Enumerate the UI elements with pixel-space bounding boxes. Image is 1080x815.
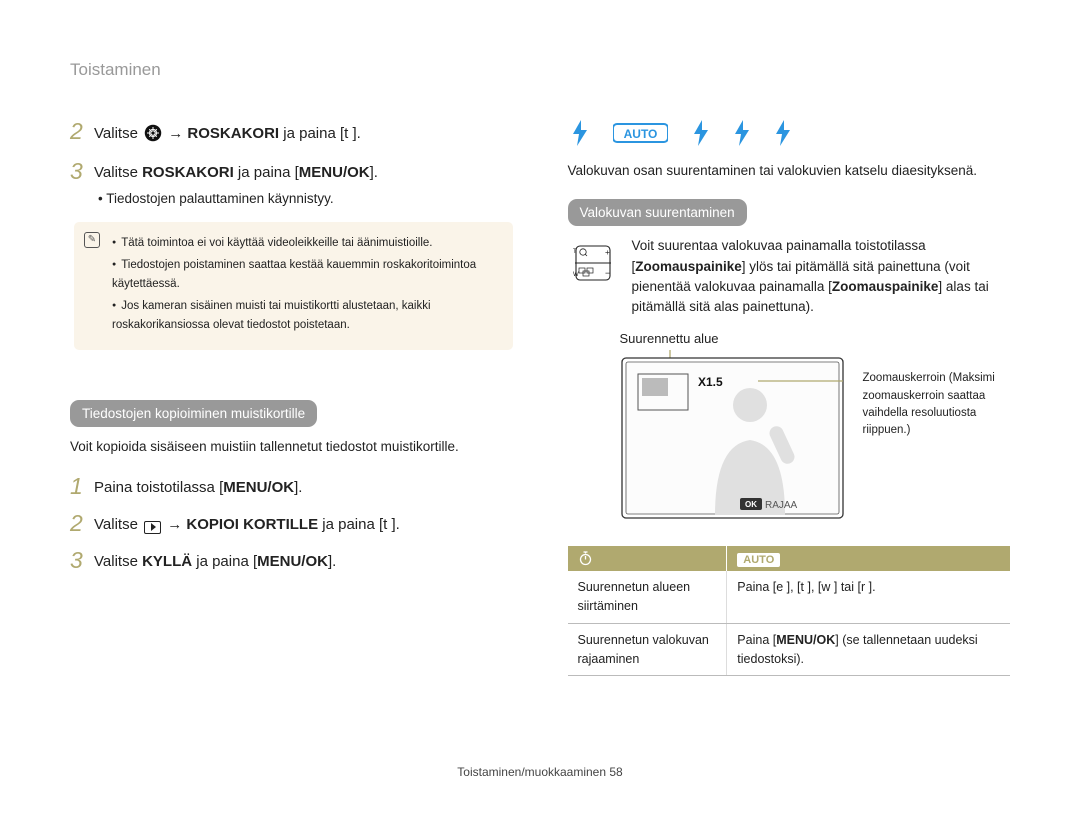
step-number: 3 [70, 160, 84, 183]
left-column: 2 Valitse → ROSKAKORI ja paina [t ]. 3 V… [70, 120, 513, 676]
lcd-row: X1.5 OK RAJAA Zoomauskerroin (Maksimi zo… [568, 350, 1011, 520]
gear-icon [144, 124, 162, 146]
arrow-icon: → [168, 125, 187, 142]
table-row: Suurennetun valokuvan rajaaminen Paina [… [568, 623, 1011, 676]
zoom-factor-note: Zoomauskerroin (Maksimi zoomauskerroin s… [863, 350, 1011, 439]
crop-label: RAJAA [765, 500, 798, 511]
step-number: 2 [70, 120, 84, 143]
th-timer [568, 546, 727, 571]
zoom-factor-label: X1.5 [698, 375, 723, 389]
step-3: 3 Valitse ROSKAKORI ja paina [MENU/OK]. [70, 160, 513, 183]
step-text: Paina toistotilassa [MENU/OK]. [94, 475, 302, 496]
mode-icons-row: AUTO [568, 120, 1011, 149]
note-item: Jos kameran sisäinen muisti tai muistiko… [112, 297, 499, 334]
copy-step-2: 2 Valitse → KOPIOI KORTILLE ja paina [t … [70, 512, 513, 535]
step-text: Valitse → KOPIOI KORTILLE ja paina [t ]. [94, 512, 400, 534]
copy-step-3: 3 Valitse KYLLÄ ja paina [MENU/OK]. [70, 549, 513, 572]
step-number: 3 [70, 549, 84, 572]
note-icon: ✎ [84, 232, 100, 248]
section-description: Voit kopioida sisäiseen muistiin tallenn… [70, 437, 513, 457]
svg-text:OK: OK [745, 500, 757, 509]
svg-text:−: − [605, 268, 610, 278]
page-title: Toistaminen [70, 60, 1010, 80]
right-column: AUTO Valokuvan osan suurentaminen tai va… [568, 120, 1011, 676]
cell-action: Suurennetun alueen siirtäminen [568, 571, 727, 623]
cell-action: Suurennetun valokuvan rajaaminen [568, 623, 727, 676]
svg-text:T: T [573, 249, 577, 255]
auto-mode-icon: AUTO [613, 122, 668, 147]
note-item: Tätä toimintoa ei voi käyttää videoleikk… [112, 234, 499, 252]
svg-text:W: W [573, 272, 579, 278]
cell-howto: Paina [e ], [t ], [w ] tai [r ]. [727, 571, 1010, 623]
flash-icon [734, 120, 750, 149]
copy-step-1: 1 Paina toistotilassa [MENU/OK]. [70, 475, 513, 498]
step-text: Valitse → ROSKAKORI ja paina [t ]. [94, 120, 361, 146]
step-number: 1 [70, 475, 84, 498]
sub-bullet: Tiedostojen palauttaminen käynnistyy. [98, 191, 513, 206]
note-box: ✎ Tätä toimintoa ei voi käyttää videolei… [74, 222, 513, 350]
manual-page: Toistaminen 2 Valitse → ROSKAKORI ja pai… [0, 0, 1080, 815]
auto-badge: AUTO [737, 553, 780, 567]
menu-item-roskakori: ROSKAKORI [187, 125, 279, 142]
th-auto: AUTO [727, 546, 1010, 571]
menu-item-kopioi: KOPIOI KORTILLE [186, 516, 318, 533]
enlarged-area-caption: Suurennettu alue [568, 331, 1011, 346]
lcd-screen-diagram: X1.5 OK RAJAA [620, 350, 845, 520]
note-item: Tiedostojen poistaminen saattaa kestää k… [112, 256, 499, 293]
flash-icon [572, 120, 588, 149]
arrow-icon: → [167, 516, 186, 533]
step-2: 2 Valitse → ROSKAKORI ja paina [t ]. [70, 120, 513, 146]
step-number: 2 [70, 512, 84, 535]
flash-icon [775, 120, 791, 149]
two-column-layout: 2 Valitse → ROSKAKORI ja paina [t ]. 3 V… [70, 120, 1010, 676]
svg-text:+: + [605, 248, 610, 257]
zoom-action-table: AUTO Suurennetun alueen siirtäminen Pain… [568, 546, 1011, 676]
table-row: Suurennetun alueen siirtäminen Paina [e … [568, 571, 1011, 623]
cell-howto: Paina [MENU/OK] (se tallennetaan uudeksi… [727, 623, 1010, 676]
step-text: Valitse KYLLÄ ja paina [MENU/OK]. [94, 549, 336, 570]
intro-text: Valokuvan osan suurentaminen tai valokuv… [568, 161, 1011, 181]
play-icon [144, 521, 161, 534]
timer-icon [578, 551, 593, 566]
section-heading: Valokuvan suurentaminen [568, 199, 747, 226]
flash-icon [693, 120, 709, 149]
page-footer: Toistaminen/muokkaaminen 58 [0, 765, 1080, 779]
zoom-instruction: T W + − Voit suurentaa valokuvaa painama… [568, 236, 1011, 317]
section-heading: Tiedostojen kopioiminen muistikortille [70, 400, 317, 427]
step-text: Valitse ROSKAKORI ja paina [MENU/OK]. [94, 160, 378, 181]
svg-text:AUTO: AUTO [623, 127, 657, 141]
zoom-button-diagram: T W + − [568, 236, 620, 317]
zoom-description: Voit suurentaa valokuvaa painamalla tois… [632, 236, 1011, 317]
